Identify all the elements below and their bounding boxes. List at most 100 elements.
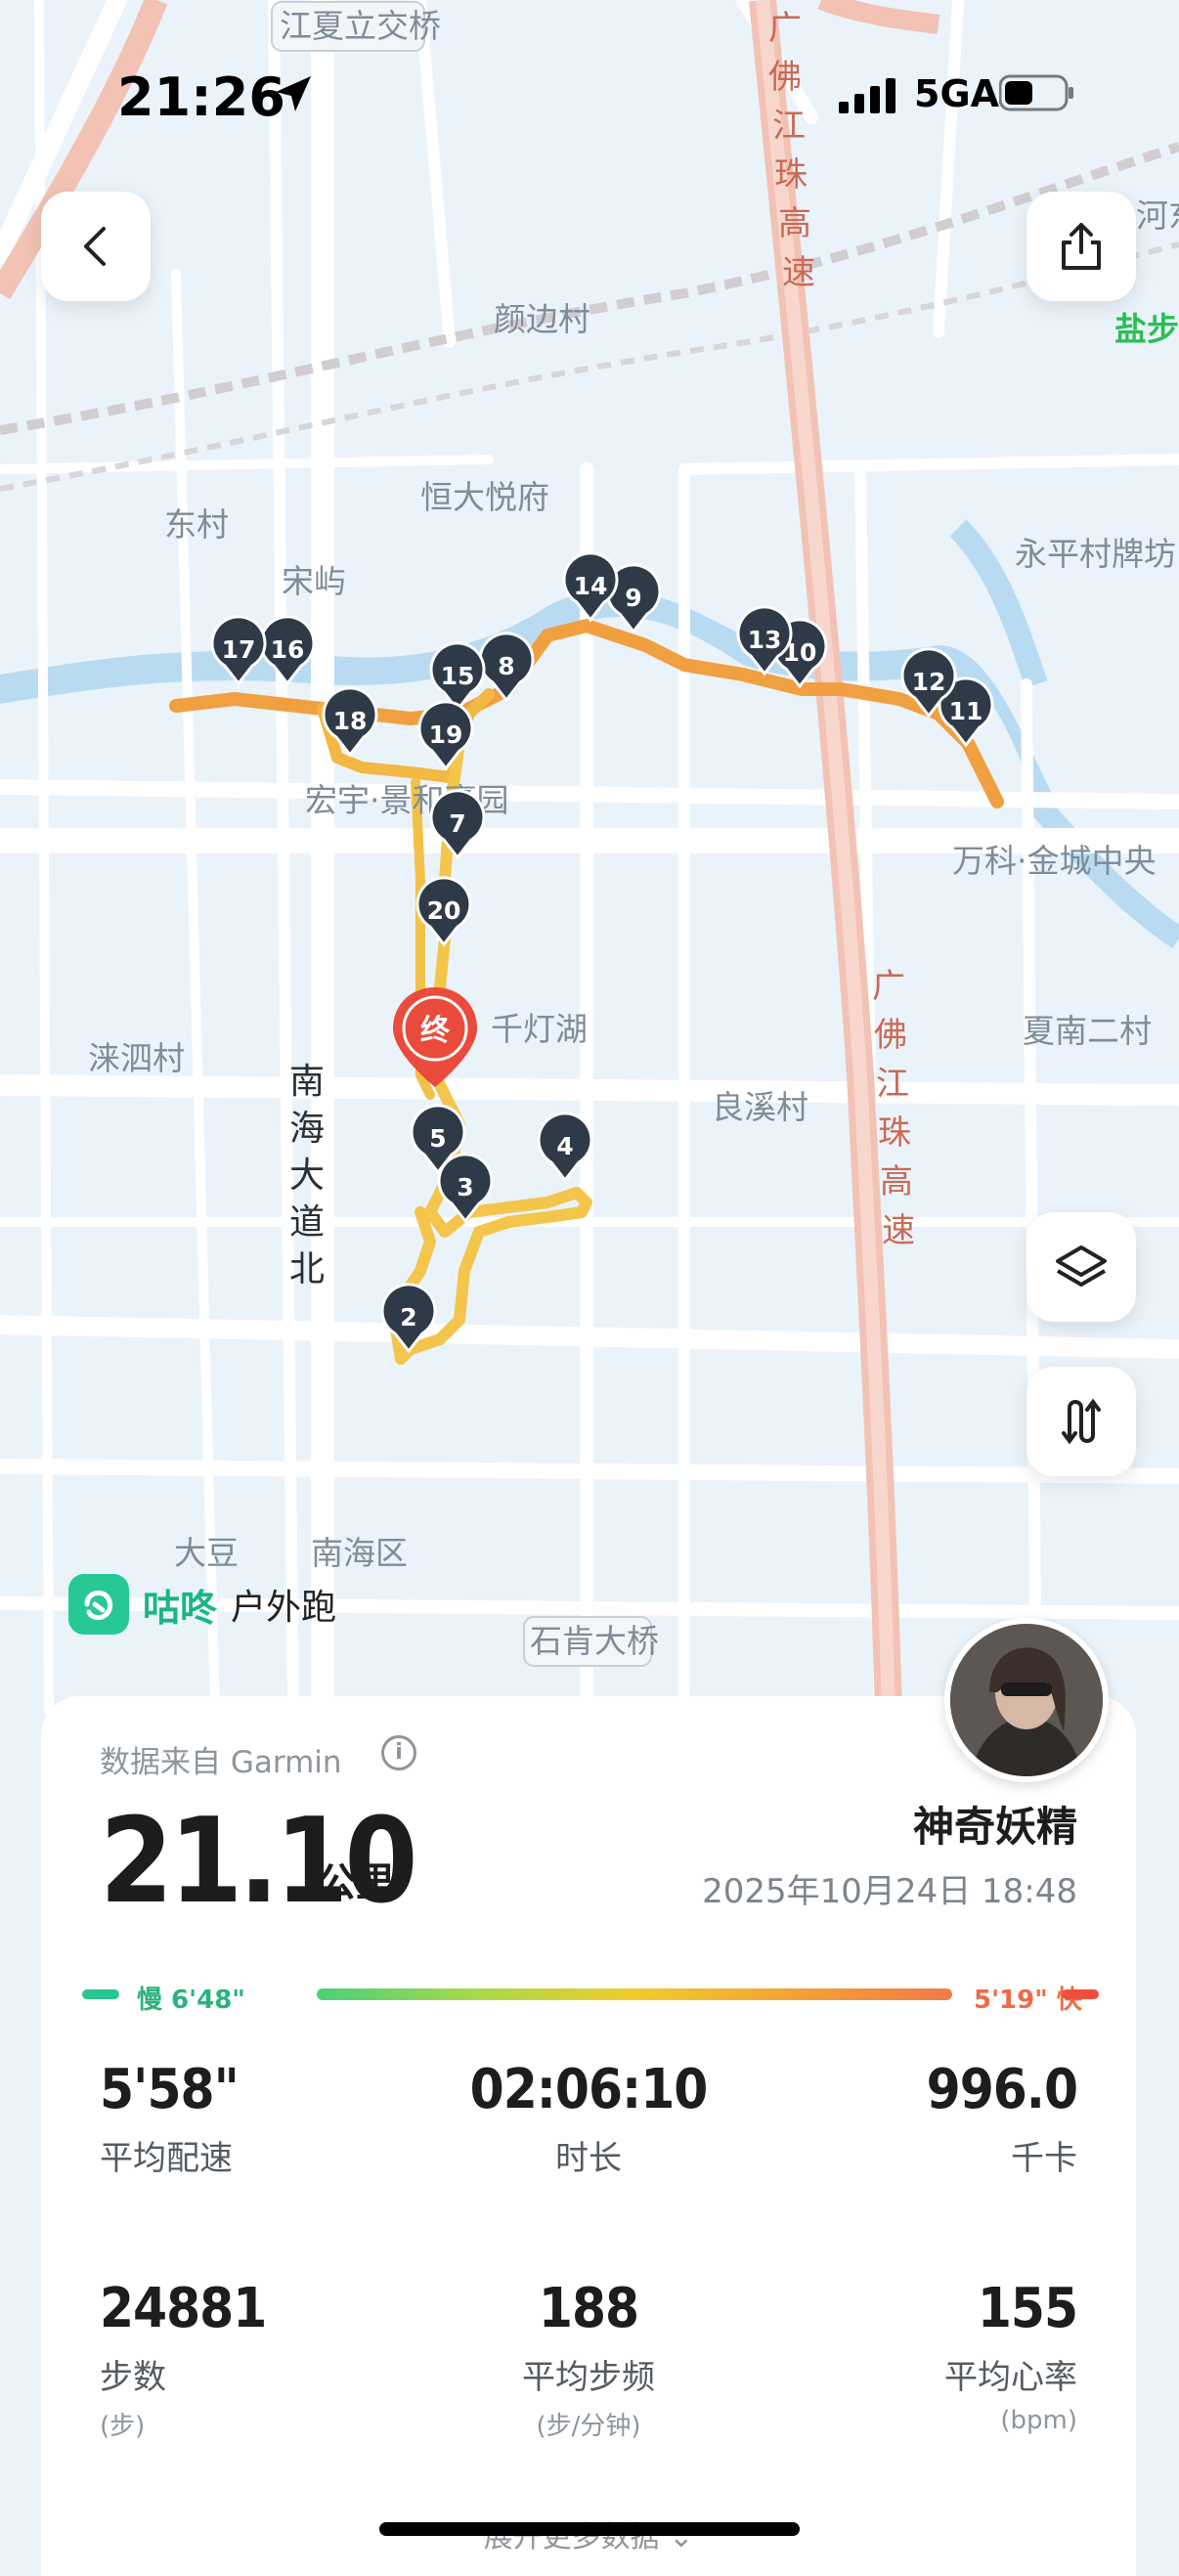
map-label-hengda: 恒大悦府 xyxy=(420,478,549,516)
map-label-dadou: 大豆 xyxy=(174,1534,239,1572)
svg-text:北: 北 xyxy=(289,1249,325,1289)
network-type: 5GA xyxy=(914,72,1000,115)
stat-avg-pace: 5'58" 平均配速 xyxy=(100,2058,240,2179)
km-marker-label: 16 xyxy=(271,635,305,664)
status-bar: 21:26 5GA xyxy=(0,59,1179,137)
stat-calories: 996.0 千卡 xyxy=(926,2058,1078,2179)
pace-slow-label: 慢 6'48" xyxy=(137,1986,245,2015)
map-layers-button[interactable] xyxy=(1026,1212,1136,1322)
stat-value: 155 xyxy=(977,2277,1078,2340)
map-label-xianan: 夏南二村 xyxy=(1023,1012,1152,1050)
info-icon[interactable]: i xyxy=(381,1735,416,1770)
stat-heart-rate: 155 平均心率 (bpm) xyxy=(944,2277,1078,2435)
map-label-yongping: 永平村牌坊 xyxy=(1015,535,1176,573)
stat-label: 千卡 xyxy=(1011,2139,1077,2178)
stat-unit: (bpm) xyxy=(1000,2406,1077,2435)
app-tag: 咕咚 户外跑 xyxy=(68,1572,336,1637)
pace-legend: 慢 6'48" 5'19" 快 xyxy=(82,1980,1099,2015)
stat-value: 188 xyxy=(538,2277,639,2340)
pace-gradient-bar xyxy=(317,1988,952,2000)
svg-text:高: 高 xyxy=(880,1162,913,1201)
km-marker-label: 4 xyxy=(556,1132,573,1160)
km-marker-label: 2 xyxy=(400,1303,416,1332)
map-label-nanhai: 南海区 xyxy=(311,1534,408,1572)
km-marker-label: 20 xyxy=(427,896,461,925)
map-label-jiangxia: 江夏立交桥 xyxy=(280,7,441,45)
svg-text:江: 江 xyxy=(876,1065,909,1104)
battery-icon xyxy=(999,74,1073,111)
svg-text:珠: 珠 xyxy=(878,1113,911,1153)
map-label-yanbu: 盐步 xyxy=(1114,310,1179,348)
map-label-dongcun: 东村 xyxy=(164,505,229,544)
km-marker-label: 15 xyxy=(441,662,475,690)
stat-label: 时长 xyxy=(555,2139,622,2178)
signal-icon xyxy=(839,78,895,113)
svg-text:速: 速 xyxy=(782,253,815,292)
map-label-liangxi: 良溪村 xyxy=(712,1088,808,1126)
map-label-vanke: 万科·金城中央 xyxy=(952,842,1157,880)
km-marker-label: 17 xyxy=(222,635,256,664)
route-toggle-button[interactable] xyxy=(1026,1367,1136,1476)
km-marker-label: 19 xyxy=(429,720,463,749)
svg-text:珠: 珠 xyxy=(774,155,808,195)
sport-type: 户外跑 xyxy=(231,1588,337,1628)
km-marker-label: 3 xyxy=(457,1173,473,1201)
stat-value: 24881 xyxy=(100,2277,267,2340)
stat-steps: 24881 步数 (步) xyxy=(100,2277,267,2442)
app-brand: 咕咚 xyxy=(143,1586,218,1630)
stat-label: 平均配速 xyxy=(100,2139,233,2178)
km-marker-label: 14 xyxy=(574,572,608,600)
activity-datetime: 2025年10月24日 18:48 xyxy=(702,1872,1077,1911)
km-marker-label: 11 xyxy=(949,697,983,725)
location-arrow-icon xyxy=(276,76,311,111)
home-indicator[interactable] xyxy=(379,2522,800,2536)
svg-text:海: 海 xyxy=(289,1109,325,1149)
activity-summary-card: 数据来自 Garmin i 21.10 公里 神奇妖精 2025年10月24日 … xyxy=(41,1696,1136,2576)
svg-text:佛: 佛 xyxy=(874,1016,907,1055)
gudong-logo-icon xyxy=(68,1574,129,1635)
stat-label: 平均步频 xyxy=(522,2358,655,2397)
stat-unit: (步) xyxy=(100,2412,146,2441)
svg-text:道: 道 xyxy=(289,1202,325,1243)
share-button[interactable] xyxy=(1026,192,1136,301)
km-marker-label: 18 xyxy=(333,707,368,735)
svg-text:高: 高 xyxy=(778,204,811,243)
status-time: 21:26 xyxy=(117,66,285,128)
stat-value: 996.0 xyxy=(926,2058,1078,2121)
svg-text:大: 大 xyxy=(289,1156,325,1196)
fast-indicator xyxy=(1062,1989,1099,1999)
svg-text:速: 速 xyxy=(882,1211,915,1250)
route-icon xyxy=(1062,1398,1101,1445)
stat-value: 5'58" xyxy=(100,2058,240,2121)
km-marker-label: 12 xyxy=(912,668,946,696)
map-label-shiken: 石肯大桥 xyxy=(530,1622,659,1660)
user-name: 神奇妖精 xyxy=(912,1803,1077,1851)
map-label-hedong: 河东 xyxy=(1136,196,1179,235)
chevron-left-icon xyxy=(84,227,106,266)
svg-text:终: 终 xyxy=(420,1014,451,1048)
km-marker-label: 9 xyxy=(625,584,641,612)
km-marker-label: 13 xyxy=(748,626,782,654)
svg-text:广: 广 xyxy=(872,967,905,1006)
svg-text:广: 广 xyxy=(768,9,802,48)
km-marker-label: 5 xyxy=(429,1124,446,1153)
map-label-qiandenghu: 千灯湖 xyxy=(491,1010,588,1048)
user-avatar[interactable] xyxy=(944,1618,1109,1782)
svg-text:南: 南 xyxy=(289,1062,325,1102)
stat-duration: 02:06:10 时长 xyxy=(295,2058,882,2179)
stat-unit: (步/分钟) xyxy=(536,2412,641,2441)
layers-icon xyxy=(1056,1245,1107,1287)
share-icon xyxy=(1062,223,1101,270)
km-marker-label: 8 xyxy=(498,652,514,680)
map-label-songyu: 宋屿 xyxy=(282,562,346,600)
stat-value: 02:06:10 xyxy=(469,2058,709,2121)
stat-label: 平均心率 xyxy=(944,2358,1077,2397)
back-button[interactable] xyxy=(41,192,151,301)
stat-cadence: 188 平均步频 (步/分钟) xyxy=(295,2277,882,2442)
data-source: 数据来自 Garmin xyxy=(100,1745,342,1780)
km-marker-label: 7 xyxy=(449,809,465,838)
map-label-yanbian: 颜边村 xyxy=(494,300,590,338)
distance-unit: 公里 xyxy=(317,1860,395,1905)
map-label-lasi: 涞泗村 xyxy=(88,1039,185,1077)
slow-indicator xyxy=(82,1989,119,1999)
